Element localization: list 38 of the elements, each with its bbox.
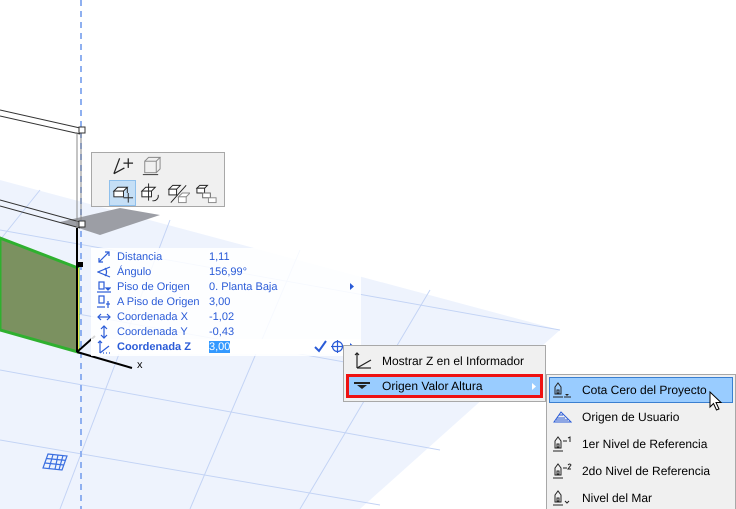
checkmark-icon[interactable] — [314, 340, 327, 353]
angle-icon — [97, 264, 111, 278]
story-icon — [97, 280, 111, 294]
field-value: 0. Planta Baja — [209, 280, 278, 292]
level-house-icon — [553, 489, 572, 507]
axis-label: x — [137, 359, 142, 371]
menu-item[interactable]: Cota Cero del Proyecto — [549, 377, 733, 403]
menu-item[interactable]: Nivel del Mar — [549, 485, 733, 509]
menu-item[interactable]: Origen Valor Altura — [346, 374, 543, 398]
field-label: Distancia — [117, 250, 164, 262]
field-value: 1,11 — [209, 250, 231, 262]
story-offset-icon — [97, 294, 111, 308]
field-label: Coordenada X — [117, 310, 189, 322]
field-label: Ángulo — [117, 266, 152, 278]
z-axis-icon — [97, 340, 111, 354]
field-value: -0,43 — [209, 326, 236, 338]
level-house-icon — [553, 381, 572, 399]
box-move-icon[interactable] — [109, 180, 136, 206]
field-value: 3,00 — [209, 296, 232, 308]
field-label: A Piso de Origen — [117, 296, 201, 308]
diagonal-arrow-icon — [97, 250, 111, 264]
grid-icon — [42, 453, 68, 471]
field-label: Coordenada Y — [117, 326, 189, 338]
submenu-arrow-icon[interactable] — [350, 283, 354, 290]
field-value: 156,99° — [209, 266, 248, 278]
field-label: Coordenada Z — [117, 340, 192, 352]
level-house-icon — [553, 435, 572, 453]
submenu-arrow-icon — [532, 382, 536, 390]
level-house-icon — [553, 462, 572, 480]
menu-item[interactable]: Mostrar Z en el Informador — [346, 349, 543, 373]
menu-item[interactable]: 1er Nivel de Referencia — [549, 431, 733, 457]
crosshair-icon[interactable] — [331, 340, 344, 353]
menu-item[interactable]: Origen de Usuario — [549, 404, 733, 430]
menu-item[interactable]: 2do Nivel de Referencia — [549, 458, 733, 484]
z-axis-icon — [353, 351, 373, 371]
field-value: -1,02 — [209, 310, 236, 322]
pointer-cursor-icon — [709, 391, 723, 411]
field-label: Piso de Origen — [117, 280, 191, 292]
